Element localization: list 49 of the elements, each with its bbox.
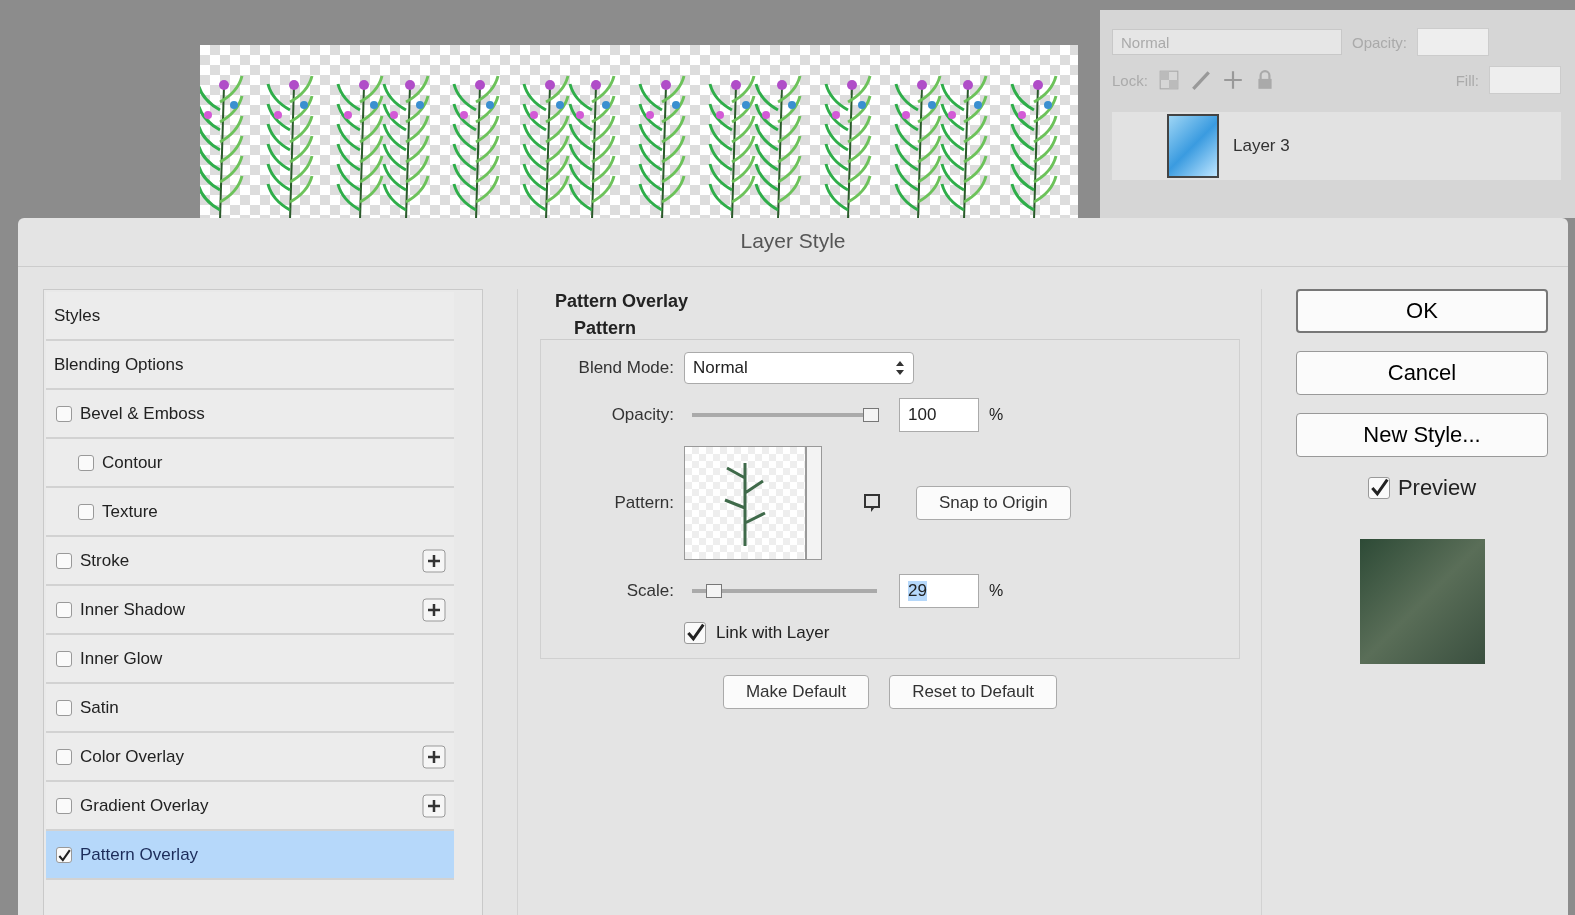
checkbox[interactable] [56, 699, 72, 716]
dialog-button[interactable]: New Style... [1296, 413, 1548, 457]
checkbox[interactable] [56, 552, 72, 569]
number-field[interactable]: 100 [899, 398, 979, 432]
slider-thumb[interactable] [863, 408, 880, 422]
checkerboard-icon[interactable] [1157, 69, 1180, 91]
slider-thumb[interactable] [706, 584, 723, 598]
layer-row[interactable]: Layer 3 [1112, 112, 1561, 180]
dialog-button[interactable]: OK [1296, 289, 1548, 333]
pattern-swatch[interactable] [684, 446, 806, 560]
checkbox[interactable] [56, 748, 72, 765]
checkbox[interactable] [56, 601, 72, 618]
field-label: Opacity: [610, 405, 674, 425]
layer-thumbnail [1167, 114, 1219, 178]
brush-icon[interactable] [1189, 69, 1212, 91]
plus-icon[interactable] [422, 548, 446, 573]
plus-icon[interactable] [422, 597, 446, 622]
opacity-field[interactable] [1417, 28, 1490, 56]
move-icon[interactable] [1221, 69, 1244, 91]
checkbox[interactable] [56, 650, 72, 667]
plus-icon[interactable] [422, 793, 446, 818]
plus-icon[interactable] [422, 744, 446, 769]
checkbox[interactable] [56, 797, 72, 814]
number-field[interactable]: 29 [899, 574, 979, 608]
checkbox-label: Preview [1397, 475, 1477, 501]
dialog-title: Layer Style [18, 218, 1568, 267]
dialog-button[interactable]: Cancel [1296, 351, 1548, 395]
checkbox[interactable] [56, 405, 72, 422]
blend-mode-dropdown[interactable]: Normal [684, 352, 914, 384]
checkbox[interactable] [1367, 477, 1390, 499]
unit-label: % [989, 406, 1004, 424]
checkbox-label: Link with Layer [716, 623, 830, 643]
field-label: Blend Mode: [577, 358, 674, 378]
section-title: Pattern Overlay [554, 290, 690, 312]
default-button[interactable]: Make Default [722, 675, 870, 709]
checkbox[interactable] [78, 503, 94, 520]
fill-field[interactable] [1489, 66, 1561, 94]
checkbox[interactable] [56, 846, 72, 863]
checkbox[interactable] [684, 622, 706, 644]
field-label: Pattern: [613, 493, 674, 513]
updown-arrows-icon [895, 360, 905, 376]
checkbox[interactable] [78, 454, 94, 471]
field-label: Scale: [625, 581, 674, 601]
pattern-picker-dropdown[interactable] [806, 446, 822, 560]
style-item[interactable]: Pattern Overlay [46, 831, 454, 880]
default-button[interactable]: Reset to Default [889, 675, 1058, 709]
snap-to-origin-button[interactable]: Snap to Origin [916, 486, 1071, 520]
section-subtitle: Pattern [573, 317, 637, 339]
unit-label: % [989, 582, 1004, 600]
